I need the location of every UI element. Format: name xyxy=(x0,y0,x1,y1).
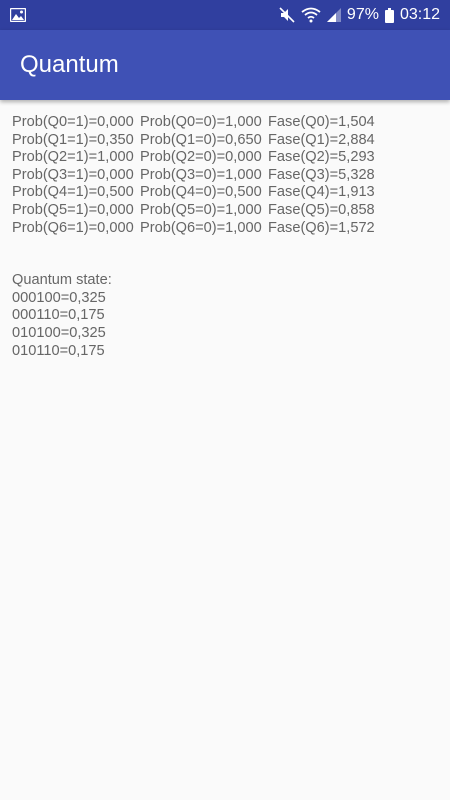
state-entry: 010100=0,325 xyxy=(12,324,106,341)
qubit-row: Prob(Q1=1)=0,350 Prob(Q1=0)=0,650 Fase(Q… xyxy=(12,132,375,150)
wifi-icon xyxy=(301,7,321,23)
prob-zero: Prob(Q1=0)=0,650 xyxy=(140,131,262,148)
qubit-probability-table: Prob(Q0=1)=0,000 Prob(Q0=0)=1,000 Fase(Q… xyxy=(12,114,375,237)
prob-one: Prob(Q1=1)=0,350 xyxy=(12,131,134,148)
prob-one: Prob(Q4=1)=0,500 xyxy=(12,184,134,201)
prob-zero: Prob(Q4=0)=0,500 xyxy=(140,184,262,201)
phase: Fase(Q3)=5,328 xyxy=(268,166,375,183)
prob-one: Prob(Q6=1)=0,000 xyxy=(12,219,134,236)
phase: Fase(Q4)=1,913 xyxy=(268,184,375,201)
prob-one: Prob(Q3=1)=0,000 xyxy=(12,166,134,183)
app-bar: Quantum xyxy=(0,30,450,100)
qubit-row: Prob(Q2=1)=1,000 Prob(Q2=0)=0,000 Fase(Q… xyxy=(12,149,375,167)
prob-zero: Prob(Q6=0)=1,000 xyxy=(140,219,262,236)
prob-zero: Prob(Q3=0)=1,000 xyxy=(140,166,262,183)
battery-icon xyxy=(384,7,394,23)
quantum-state: Quantum state: 000100=0,325 000110=0,175… xyxy=(12,272,438,360)
qubit-row: Prob(Q6=1)=0,000 Prob(Q6=0)=1,000 Fase(Q… xyxy=(12,220,375,238)
app-title: Quantum xyxy=(20,51,119,78)
quantum-state-heading: Quantum state: xyxy=(12,272,112,289)
prob-zero: Prob(Q5=0)=1,000 xyxy=(140,201,262,218)
status-left xyxy=(10,8,26,22)
state-entry: 010110=0,175 xyxy=(12,342,105,359)
qubit-row: Prob(Q3=1)=0,000 Prob(Q3=0)=1,000 Fase(Q… xyxy=(12,167,375,185)
qubit-row: Prob(Q5=1)=0,000 Prob(Q5=0)=1,000 Fase(Q… xyxy=(12,202,375,220)
phase: Fase(Q2)=5,293 xyxy=(268,149,375,166)
prob-one: Prob(Q5=1)=0,000 xyxy=(12,201,134,218)
phase: Fase(Q6)=1,572 xyxy=(268,219,375,236)
status-right: 97% 03:12 xyxy=(279,7,440,23)
image-icon xyxy=(10,8,26,22)
qubit-row: Prob(Q0=1)=0,000 Prob(Q0=0)=1,000 Fase(Q… xyxy=(12,114,375,132)
prob-zero: Prob(Q2=0)=0,000 xyxy=(140,149,262,166)
clock: 03:12 xyxy=(399,6,440,23)
state-entry: 000110=0,175 xyxy=(12,307,105,324)
phase: Fase(Q5)=0,858 xyxy=(268,201,375,218)
prob-zero: Prob(Q0=0)=1,000 xyxy=(140,114,262,130)
main-content: Prob(Q0=1)=0,000 Prob(Q0=0)=1,000 Fase(Q… xyxy=(0,100,450,360)
phase: Fase(Q0)=1,504 xyxy=(268,114,375,130)
status-bar: 97% 03:12 xyxy=(0,0,450,30)
battery-percent: 97% xyxy=(346,6,379,23)
signal-icon xyxy=(326,8,341,22)
phase: Fase(Q1)=2,884 xyxy=(268,131,375,148)
prob-one: Prob(Q0=1)=0,000 xyxy=(12,114,134,130)
prob-one: Prob(Q2=1)=1,000 xyxy=(12,149,134,166)
qubit-row: Prob(Q4=1)=0,500 Prob(Q4=0)=0,500 Fase(Q… xyxy=(12,184,375,202)
state-entry: 000100=0,325 xyxy=(12,289,106,306)
mute-icon xyxy=(279,7,295,23)
